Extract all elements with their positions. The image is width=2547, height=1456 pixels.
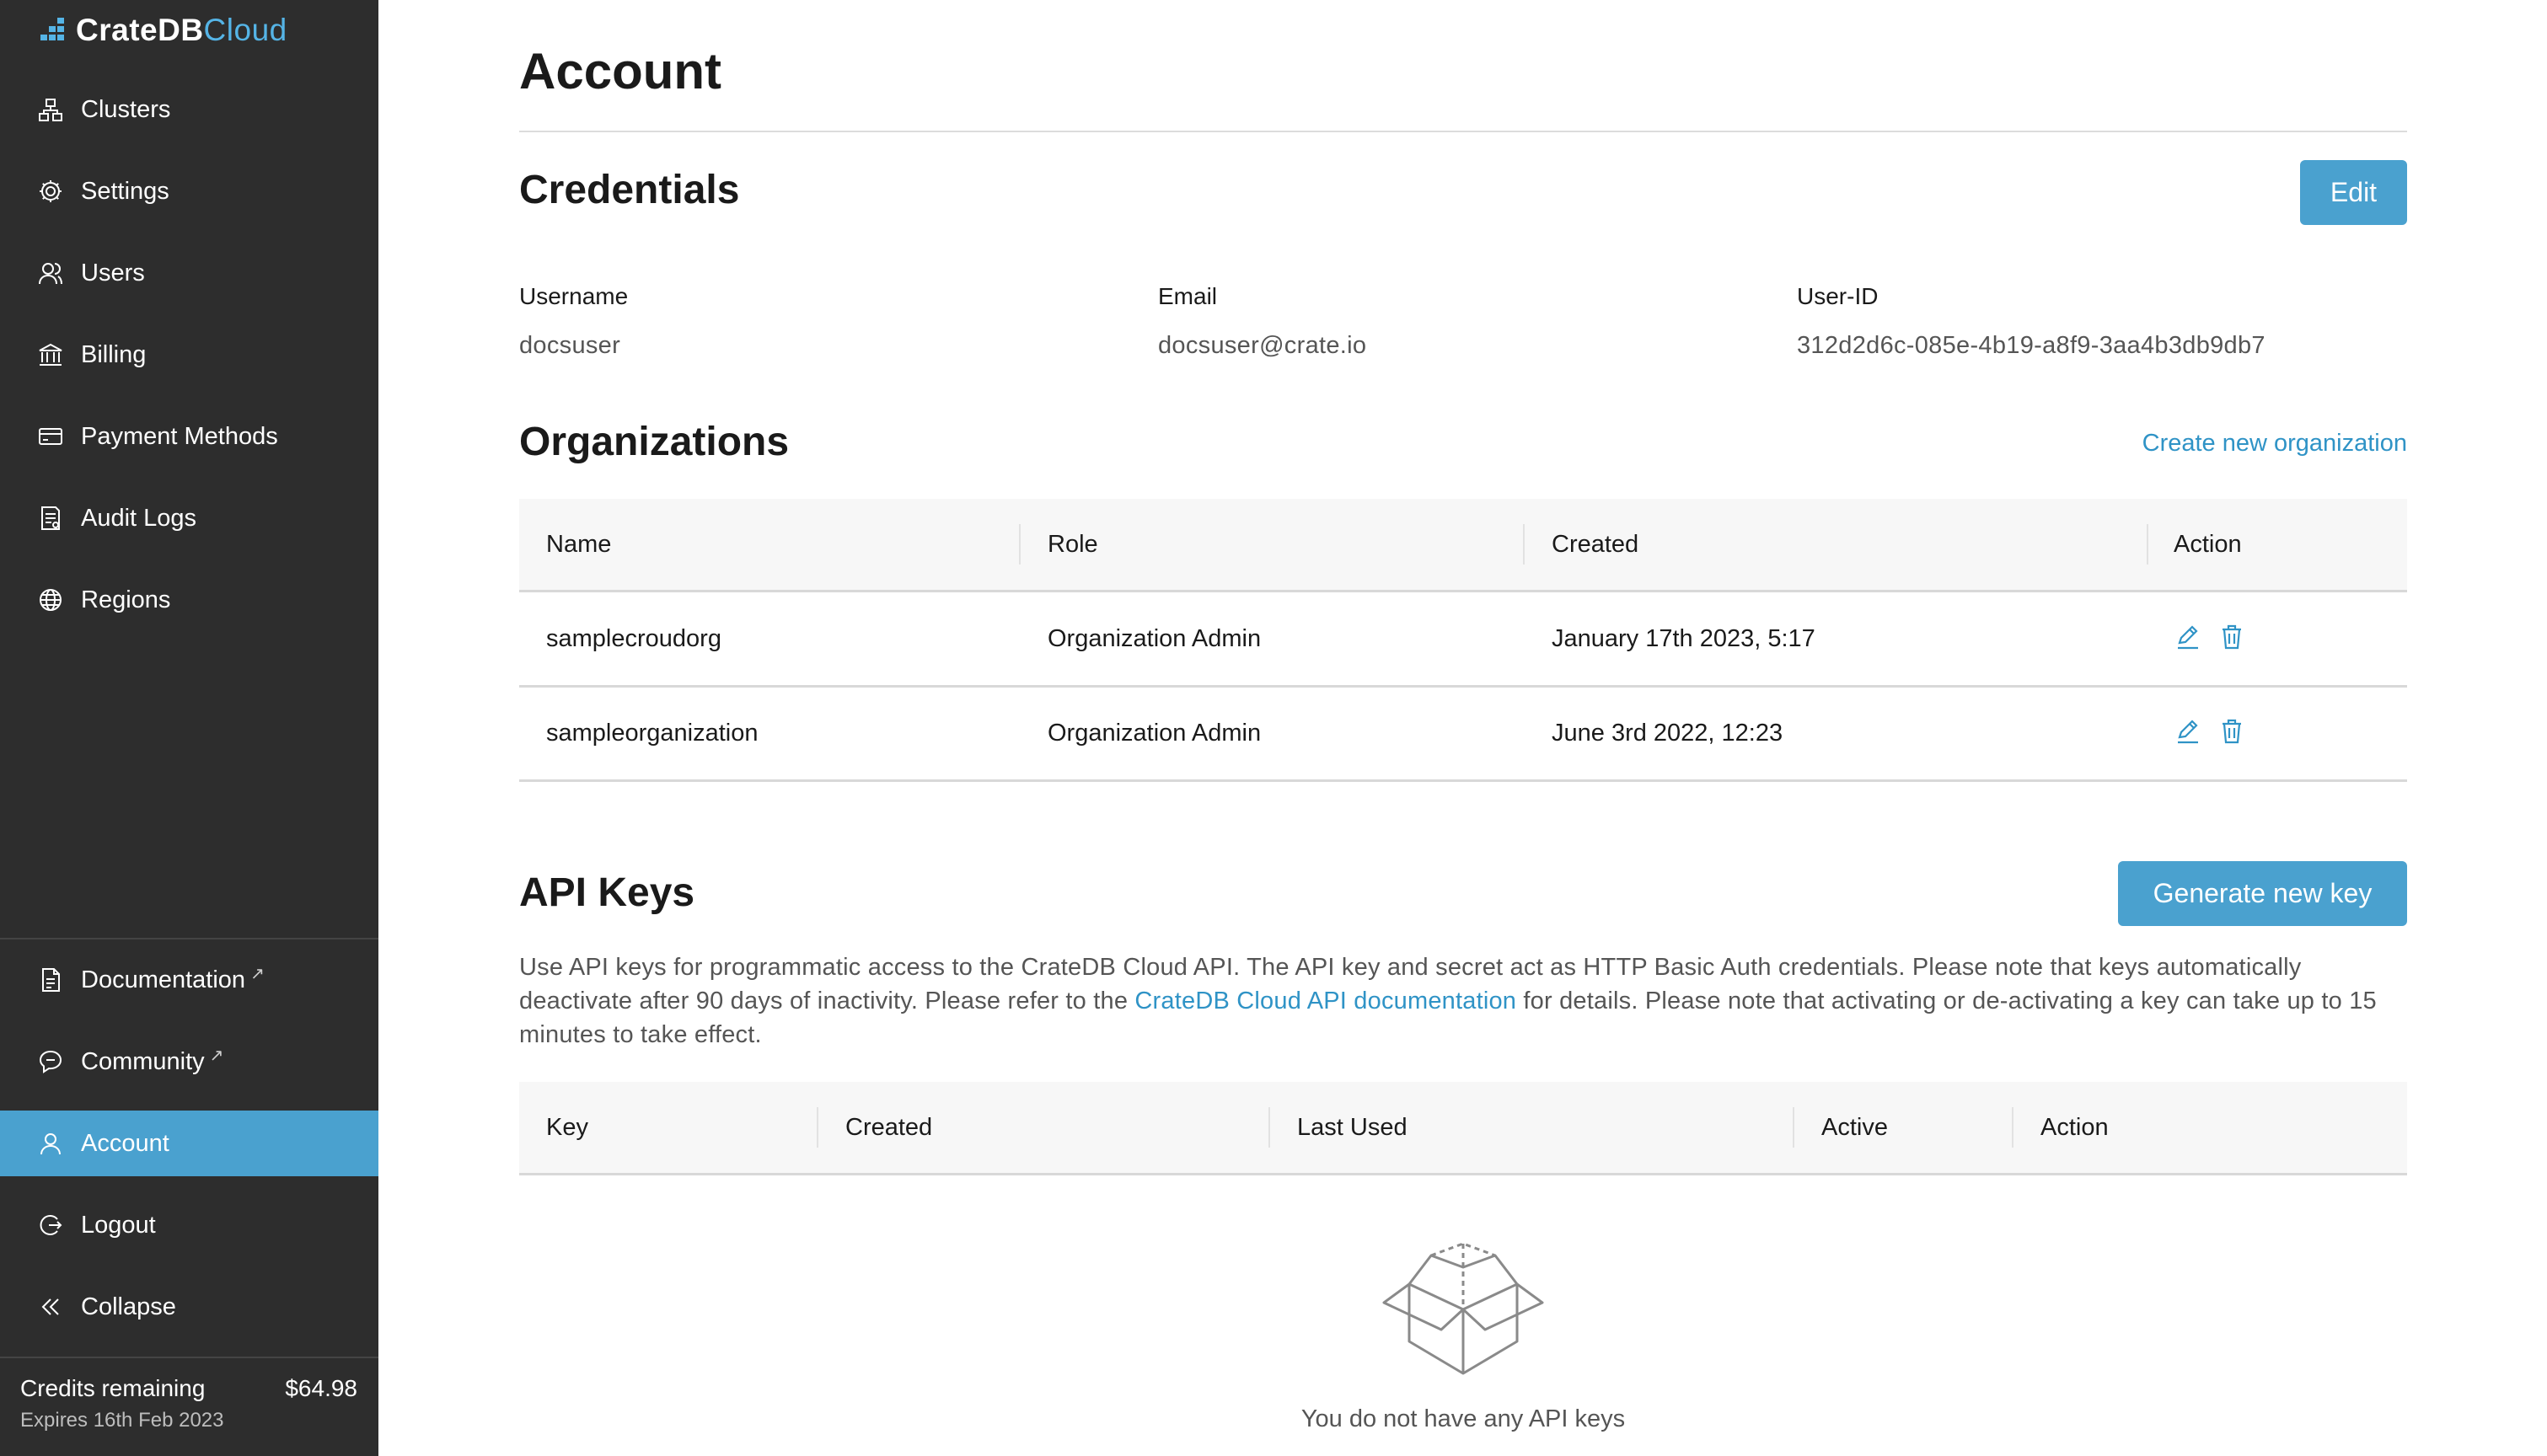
organization-role: Organization Admin bbox=[1048, 624, 1262, 652]
cratedb-cloud-logo[interactable]: CrateDB Cloud bbox=[39, 12, 287, 49]
clusters-icon bbox=[37, 96, 64, 123]
column-header-action: Action bbox=[2174, 530, 2242, 558]
username-value: docsuser bbox=[519, 332, 621, 359]
sidebar-divider bbox=[0, 1357, 378, 1358]
organization-created: January 17th 2023, 5:17 bbox=[1552, 624, 1815, 652]
sidebar-item-documentation[interactable]: Documentation ↗ bbox=[0, 947, 378, 1013]
column-header-name[interactable]: Name bbox=[546, 499, 611, 590]
email-value: docsuser@crate.io bbox=[1158, 332, 1367, 359]
sidebar-divider bbox=[0, 938, 378, 939]
organizations-table-header: Name Role Created Action bbox=[519, 499, 2407, 592]
api-keys-table-header: Key Created Last Used Active Action bbox=[519, 1082, 2407, 1175]
user-icon bbox=[37, 1130, 64, 1157]
api-documentation-link[interactable]: CrateDB Cloud API documentation bbox=[1134, 988, 1516, 1014]
sidebar-item-label: Audit Logs bbox=[81, 504, 197, 532]
api-keys-heading: API Keys bbox=[519, 870, 695, 915]
organization-role: Organization Admin bbox=[1048, 719, 1262, 747]
organizations-heading: Organizations bbox=[519, 420, 790, 464]
trash-icon[interactable] bbox=[2217, 717, 2246, 746]
column-separator bbox=[1268, 1107, 1270, 1148]
sidebar-item-documentation-label-wrap: Documentation ↗ bbox=[81, 964, 265, 994]
external-link-icon: ↗ bbox=[209, 1046, 224, 1065]
sidebar-item-label: Documentation bbox=[81, 966, 246, 993]
chat-icon bbox=[37, 1048, 64, 1075]
column-header-action: Action bbox=[2040, 1113, 2109, 1141]
sidebar-item-label: Collapse bbox=[81, 1293, 176, 1320]
sidebar-item-label: Settings bbox=[81, 177, 169, 205]
sidebar-item-payment-methods[interactable]: Payment Methods bbox=[0, 404, 378, 469]
sidebar-item-community-label-wrap: Community ↗ bbox=[81, 1046, 224, 1076]
column-header-last-used[interactable]: Last Used bbox=[1297, 1082, 1408, 1173]
create-organization-link[interactable]: Create new organization bbox=[2142, 430, 2407, 458]
edit-icon[interactable] bbox=[2174, 717, 2202, 746]
organization-name-link[interactable]: sampleorganization bbox=[546, 687, 758, 779]
logo-text-crate: CrateDB bbox=[76, 13, 204, 47]
edit-icon[interactable] bbox=[2174, 623, 2202, 651]
sidebar-item-label: Users bbox=[81, 259, 145, 286]
credits-label: Credits remaining bbox=[20, 1375, 206, 1401]
sidebar-item-regions[interactable]: Regions bbox=[0, 567, 378, 633]
email-label: Email bbox=[1158, 283, 1218, 309]
sidebar-item-collapse[interactable]: Collapse bbox=[0, 1274, 378, 1340]
user-id-label: User-ID bbox=[1797, 283, 1879, 309]
generate-new-key-button[interactable]: Generate new key bbox=[2118, 861, 2407, 926]
empty-state-text: You do not have any API keys bbox=[1300, 1405, 1626, 1432]
credit-card-icon bbox=[37, 423, 64, 450]
sidebar-item-label: Billing bbox=[81, 340, 147, 368]
page-title: Account bbox=[519, 43, 721, 99]
column-header-role[interactable]: Role bbox=[1048, 499, 1098, 590]
credits-panel: Credits remaining $64.98 Expires 16th Fe… bbox=[20, 1375, 357, 1432]
globe-icon bbox=[37, 586, 64, 613]
api-keys-description: Use API keys for programmatic access to … bbox=[519, 950, 2407, 1052]
sidebar-item-users[interactable]: Users bbox=[0, 240, 378, 306]
logout-icon bbox=[37, 1212, 64, 1239]
column-separator bbox=[2012, 1107, 2013, 1148]
username-label: Username bbox=[519, 283, 629, 309]
credits-expiry: Expires 16th Feb 2023 bbox=[20, 1409, 224, 1432]
trash-icon[interactable] bbox=[2217, 623, 2246, 651]
sidebar-item-clusters[interactable]: Clusters bbox=[0, 77, 378, 142]
column-header-key[interactable]: Key bbox=[546, 1082, 588, 1173]
title-divider bbox=[519, 131, 2407, 132]
sidebar-item-label: Community bbox=[81, 1047, 205, 1075]
sidebar-item-community[interactable]: Community ↗ bbox=[0, 1029, 378, 1095]
column-separator bbox=[1793, 1107, 1794, 1148]
column-header-created[interactable]: Created bbox=[845, 1082, 932, 1173]
sidebar-item-billing[interactable]: Billing bbox=[0, 322, 378, 388]
column-header-created[interactable]: Created bbox=[1552, 499, 1638, 590]
sidebar-item-audit-logs[interactable]: Audit Logs bbox=[0, 485, 378, 551]
external-link-icon: ↗ bbox=[250, 964, 265, 983]
gear-icon bbox=[37, 178, 64, 205]
sidebar-item-label: Account bbox=[81, 1129, 169, 1157]
sidebar-item-label: Payment Methods bbox=[81, 422, 278, 450]
logo-text-cloud: Cloud bbox=[203, 13, 287, 47]
cratedb-logo-icon bbox=[40, 18, 64, 40]
document-icon bbox=[37, 966, 64, 993]
column-separator bbox=[1019, 524, 1021, 565]
sidebar: CrateDB Cloud Clusters Settings Users Bil… bbox=[0, 0, 378, 1456]
users-icon bbox=[37, 260, 64, 286]
table-row: samplecroudorg Organization Admin Januar… bbox=[519, 592, 2407, 688]
sidebar-item-label: Clusters bbox=[81, 95, 171, 123]
sidebar-item-label: Logout bbox=[81, 1211, 156, 1239]
column-header-active[interactable]: Active bbox=[1821, 1082, 1888, 1173]
sidebar-item-settings[interactable]: Settings bbox=[0, 158, 378, 224]
organization-name-link[interactable]: samplecroudorg bbox=[546, 592, 721, 685]
bank-icon bbox=[37, 341, 64, 368]
table-row: sampleorganization Organization Admin Ju… bbox=[519, 687, 2407, 782]
column-separator bbox=[1523, 524, 1525, 565]
sidebar-item-logout[interactable]: Logout bbox=[0, 1192, 378, 1258]
column-separator bbox=[2147, 524, 2148, 565]
double-chevron-left-icon bbox=[37, 1293, 64, 1320]
empty-box-icon bbox=[1379, 1239, 1547, 1382]
organization-created: June 3rd 2022, 12:23 bbox=[1552, 719, 1783, 747]
credentials-heading: Credentials bbox=[519, 168, 740, 212]
audit-log-icon bbox=[37, 505, 64, 532]
sidebar-item-account[interactable]: Account bbox=[0, 1111, 378, 1176]
sidebar-item-label: Regions bbox=[81, 586, 171, 613]
user-id-value: 312d2d6c-085e-4b19-a8f9-3aa4b3db9db7 bbox=[1797, 332, 2265, 359]
column-separator bbox=[817, 1107, 818, 1148]
edit-credentials-button[interactable]: Edit bbox=[2300, 160, 2407, 225]
credits-amount: $64.98 bbox=[285, 1375, 357, 1401]
